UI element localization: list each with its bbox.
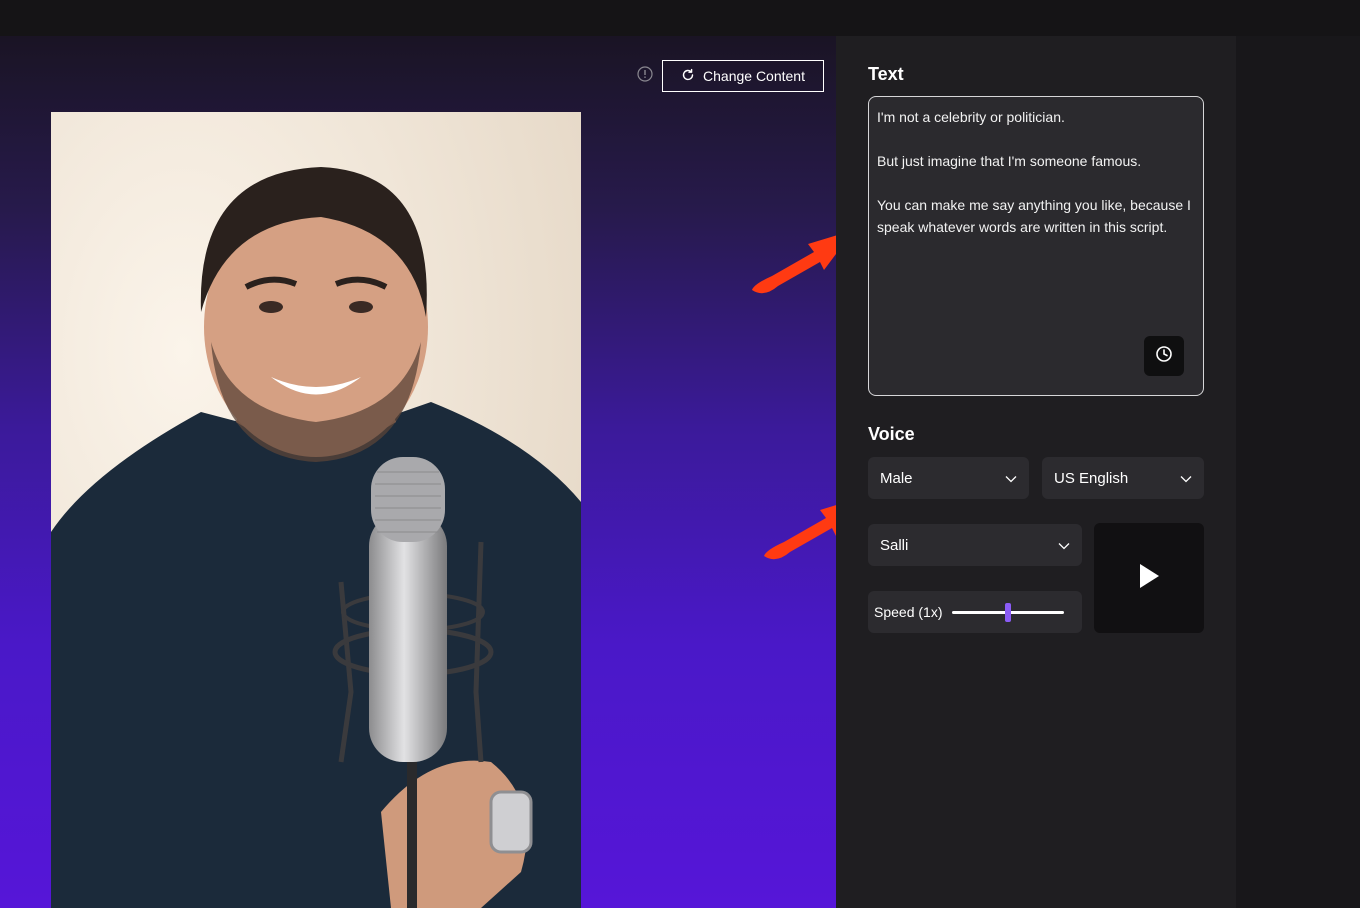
gender-select-value: Male <box>880 469 913 487</box>
chevron-down-icon <box>1058 537 1070 554</box>
settings-panel: Text I'm not a celebrity or politician. … <box>836 36 1236 908</box>
voice-select[interactable]: Salli <box>868 524 1082 566</box>
annotation-arrow-voice <box>764 505 836 560</box>
play-preview-button[interactable] <box>1094 523 1204 633</box>
chevron-down-icon <box>1180 470 1192 487</box>
top-bar <box>0 0 1360 36</box>
annotation-arrow-text <box>752 235 836 294</box>
speed-slider[interactable] <box>952 602 1065 622</box>
history-button[interactable] <box>1144 336 1184 376</box>
info-icon[interactable] <box>637 66 653 82</box>
history-icon <box>1155 345 1173 368</box>
avatar-photo <box>51 112 581 908</box>
voice-section-title: Voice <box>868 424 915 444</box>
text-section-title: Text <box>868 64 904 84</box>
voice-select-value: Salli <box>880 536 909 554</box>
language-select[interactable]: US English <box>1042 457 1204 499</box>
speed-slider-thumb[interactable] <box>1005 602 1012 622</box>
language-select-value: US English <box>1054 469 1129 487</box>
refresh-icon <box>681 68 695 85</box>
change-content-button[interactable]: Change Content <box>662 60 824 92</box>
gender-select[interactable]: Male <box>868 457 1029 499</box>
right-gutter <box>1236 36 1360 908</box>
change-content-label: Change Content <box>703 68 805 84</box>
speed-control: Speed (1x) <box>868 591 1082 633</box>
speed-label: Speed (1x) <box>874 604 943 620</box>
play-icon <box>1138 563 1160 594</box>
chevron-down-icon <box>1005 470 1017 487</box>
video-canvas: Change Content <box>0 36 836 908</box>
